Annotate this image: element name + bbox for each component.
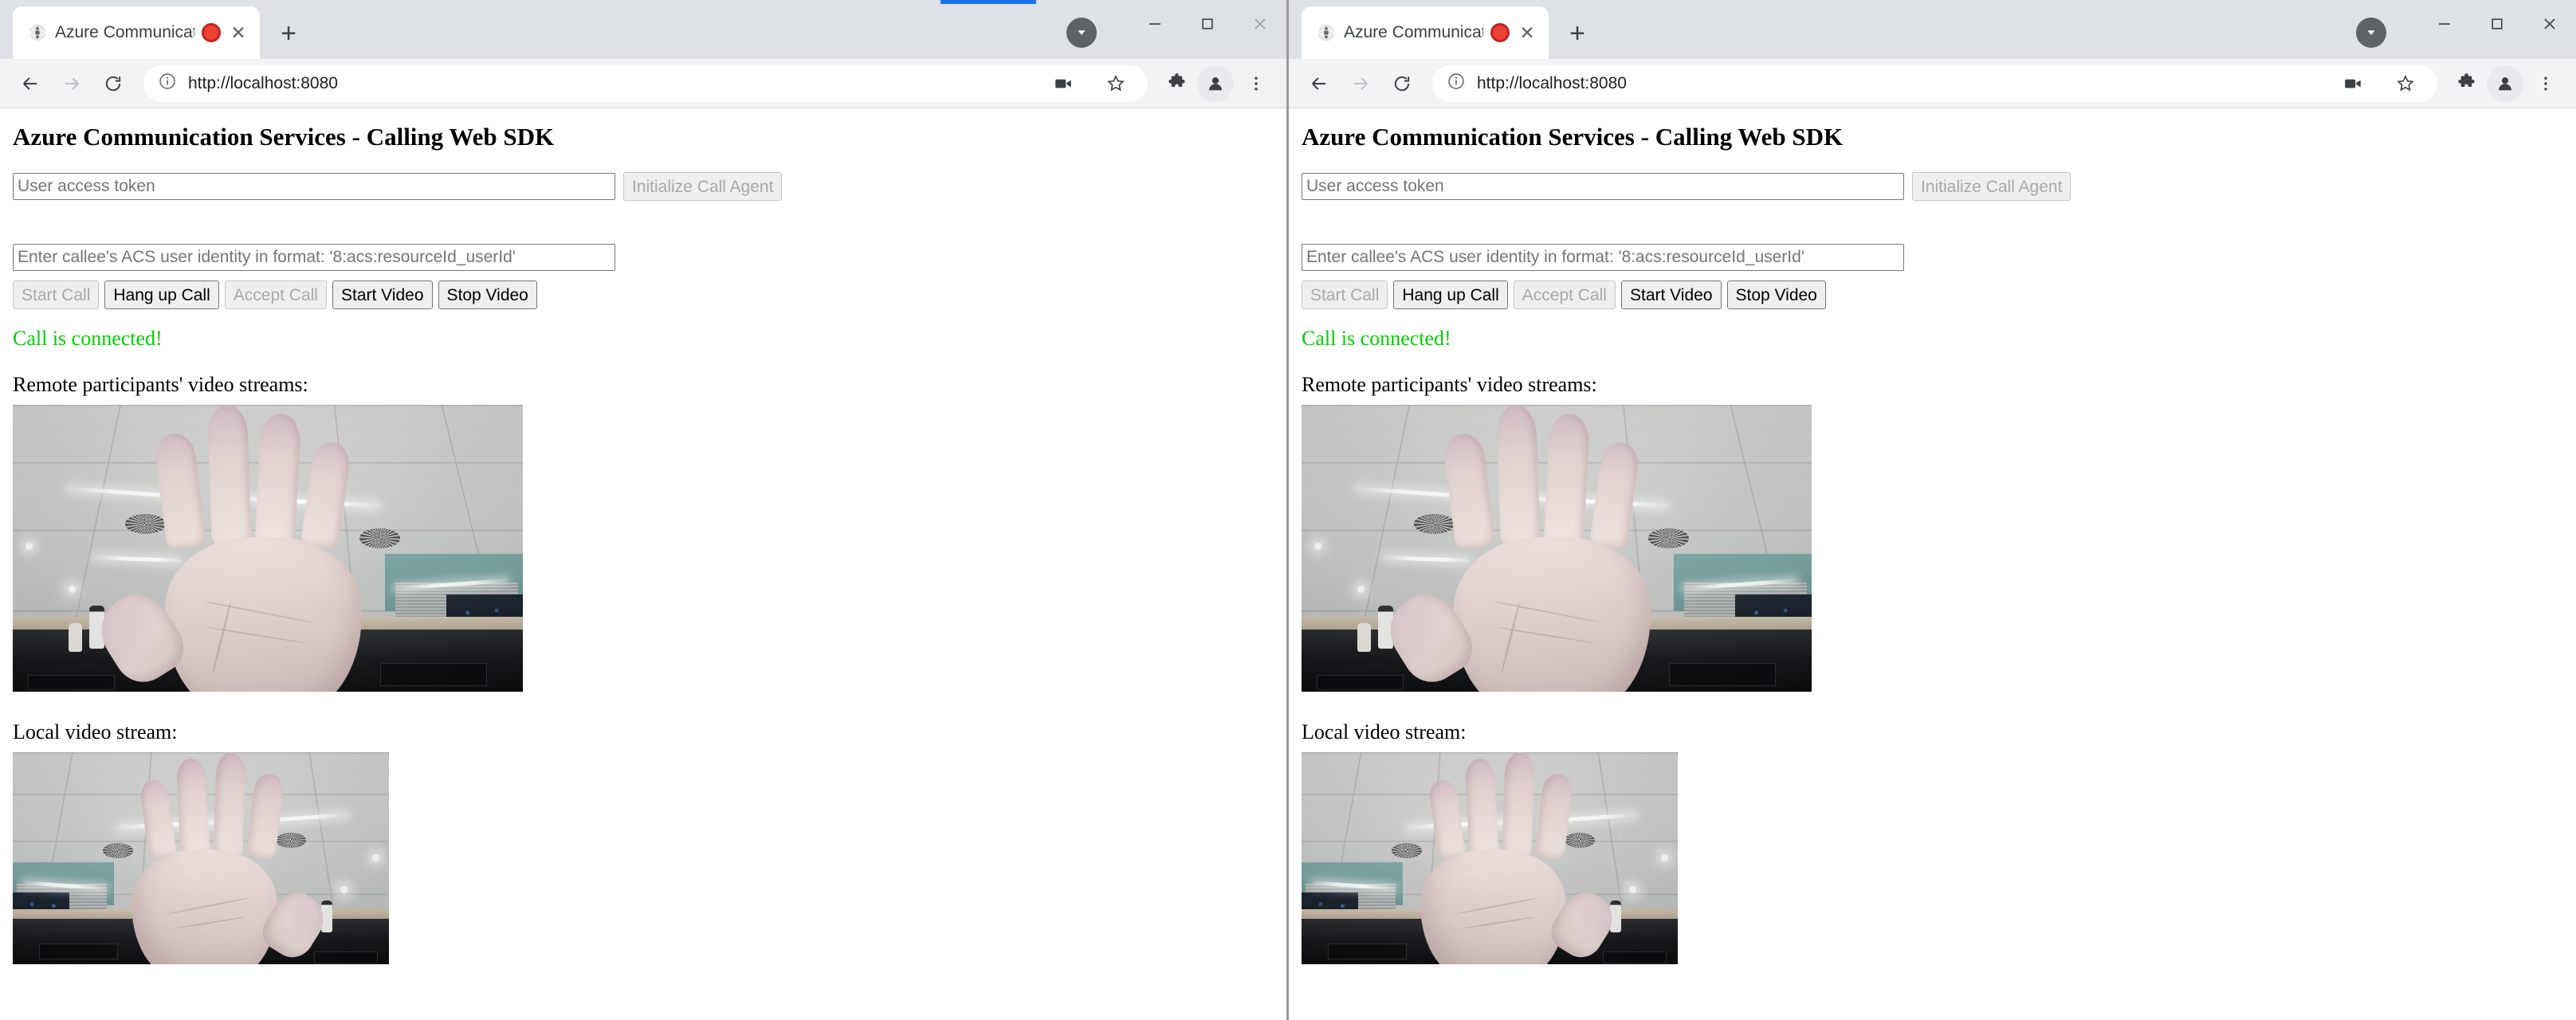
omnibox-actions [1046, 66, 1133, 101]
hand-silhouette [13, 405, 523, 692]
office-scene-mirrored [1302, 752, 1678, 964]
reload-icon[interactable] [1383, 65, 1421, 103]
office-scene-mirrored [13, 752, 389, 964]
page-title: Azure Communication Services - Calling W… [13, 123, 555, 151]
maximize-icon[interactable] [2471, 0, 2523, 48]
callee-identity-input[interactable] [1302, 244, 1904, 271]
recording-dot-icon [202, 23, 221, 42]
browser-window-left: Azure Communication Servi ✕ + [0, 0, 1286, 1020]
call-status-text: Call is connected! [1302, 327, 1451, 350]
tab-title: Azure Communication Servi [1344, 23, 1483, 41]
active-window-indicator [940, 0, 1036, 4]
address-bar[interactable]: http://localhost:8080 [1432, 65, 2437, 102]
back-arrow-icon[interactable] [11, 65, 49, 103]
office-scene [13, 405, 523, 692]
close-icon[interactable]: ✕ [228, 22, 249, 43]
initialize-call-agent-button[interactable]: Initialize Call Agent [1912, 172, 2071, 201]
address-bar[interactable]: http://localhost:8080 [143, 65, 1148, 102]
extensions-puzzle-icon[interactable] [1159, 66, 1194, 101]
info-circle-icon[interactable] [158, 72, 177, 95]
new-tab-button[interactable]: + [1557, 13, 1598, 54]
extensions-puzzle-icon[interactable] [2448, 66, 2484, 101]
browser-tab[interactable]: Azure Communication Servi ✕ [13, 6, 260, 59]
globe-icon [1316, 22, 1337, 43]
remote-streams-label: Remote participants' video streams: [13, 373, 308, 396]
back-arrow-icon[interactable] [1300, 65, 1338, 103]
bookmark-star-icon[interactable] [2388, 66, 2423, 101]
video-camera-icon[interactable] [2335, 66, 2370, 101]
call-controls: Start Call Hang up Call Accept Call Star… [13, 280, 1274, 309]
window-close-icon[interactable] [2523, 0, 2576, 48]
hang-up-call-button[interactable]: Hang up Call [1393, 280, 1508, 309]
remote-streams-label: Remote participants' video streams: [1302, 373, 1597, 396]
office-scene [1302, 405, 1812, 692]
page-title: Azure Communication Services - Calling W… [1302, 123, 1844, 151]
call-controls: Start Call Hang up Call Accept Call Star… [1302, 280, 2563, 309]
user-access-token-input[interactable] [1302, 173, 1904, 200]
url-text: http://localhost:8080 [188, 73, 338, 92]
dual-browser-desktop: Azure Communication Servi ✕ + [0, 0, 2576, 1020]
remote-video-stream [1302, 405, 1812, 692]
start-video-button[interactable]: Start Video [332, 280, 433, 309]
layout-gap [13, 210, 1274, 244]
globe-icon [27, 22, 48, 43]
stop-video-button[interactable]: Stop Video [1726, 280, 1826, 309]
remote-video-stream [13, 405, 523, 692]
three-dot-menu-icon[interactable] [1237, 65, 1275, 103]
local-stream-label: Local video stream: [1302, 720, 1467, 743]
profile-avatar-icon[interactable] [1197, 65, 1234, 102]
tab-strip: Azure Communication Servi ✕ + [0, 0, 1286, 59]
layout-gap [1302, 210, 2563, 244]
initialize-call-agent-button[interactable]: Initialize Call Agent [623, 172, 783, 201]
start-call-button[interactable]: Start Call [1302, 280, 1388, 309]
page-content: Azure Communication Services - Calling W… [0, 108, 1286, 1020]
profile-avatar-icon[interactable] [2487, 65, 2523, 102]
page-content: Azure Communication Services - Calling W… [1289, 108, 2576, 1020]
maximize-icon[interactable] [1181, 0, 1234, 48]
close-icon[interactable]: ✕ [1517, 22, 1537, 43]
stop-video-button[interactable]: Stop Video [438, 280, 537, 309]
minimize-icon[interactable] [1129, 0, 1181, 48]
window-controls [2418, 0, 2576, 59]
browser-toolbar: http://localhost:8080 [1289, 59, 2576, 108]
video-camera-icon[interactable] [1046, 66, 1081, 101]
download-arrow-icon[interactable] [2356, 18, 2386, 48]
browser-toolbar: http://localhost:8080 [0, 59, 1286, 108]
forward-arrow-icon[interactable] [1341, 65, 1380, 103]
three-dot-menu-icon[interactable] [2527, 65, 2565, 103]
download-arrow-icon[interactable] [1066, 18, 1097, 48]
token-row: Initialize Call Agent [13, 172, 1274, 201]
token-row: Initialize Call Agent [1302, 172, 2563, 201]
reload-icon[interactable] [94, 65, 132, 103]
tabstrip-background [1289, 0, 2576, 3]
accept-call-button[interactable]: Accept Call [1513, 280, 1616, 309]
url-text: http://localhost:8080 [1477, 73, 1627, 92]
recording-dot-icon [1490, 23, 1510, 42]
forward-arrow-icon[interactable] [53, 65, 91, 103]
info-circle-icon[interactable] [1447, 72, 1466, 95]
hang-up-call-button[interactable]: Hang up Call [104, 280, 219, 309]
local-video-stream [13, 752, 389, 964]
bookmark-star-icon[interactable] [1098, 66, 1133, 101]
start-video-button[interactable]: Start Video [1620, 280, 1722, 309]
local-video-stream [1302, 752, 1678, 964]
user-access-token-input[interactable] [13, 173, 615, 200]
tab-title: Azure Communication Servi [55, 23, 194, 41]
minimize-icon[interactable] [2418, 0, 2471, 48]
start-call-button[interactable]: Start Call [13, 280, 100, 309]
tab-strip: Azure Communication Servi ✕ + [1289, 0, 2576, 59]
browser-window-right: Azure Communication Servi ✕ + [1286, 0, 2576, 1020]
browser-tab[interactable]: Azure Communication Servi ✕ [1302, 6, 1549, 59]
window-close-icon[interactable] [1234, 0, 1286, 48]
callee-identity-input[interactable] [13, 244, 615, 271]
local-stream-label: Local video stream: [13, 720, 178, 743]
new-tab-button[interactable]: + [268, 13, 309, 54]
call-status-text: Call is connected! [13, 327, 163, 350]
accept-call-button[interactable]: Accept Call [224, 280, 327, 309]
tabstrip-background [0, 0, 1286, 3]
omnibox-actions [2335, 66, 2423, 101]
window-controls [1129, 0, 1286, 59]
